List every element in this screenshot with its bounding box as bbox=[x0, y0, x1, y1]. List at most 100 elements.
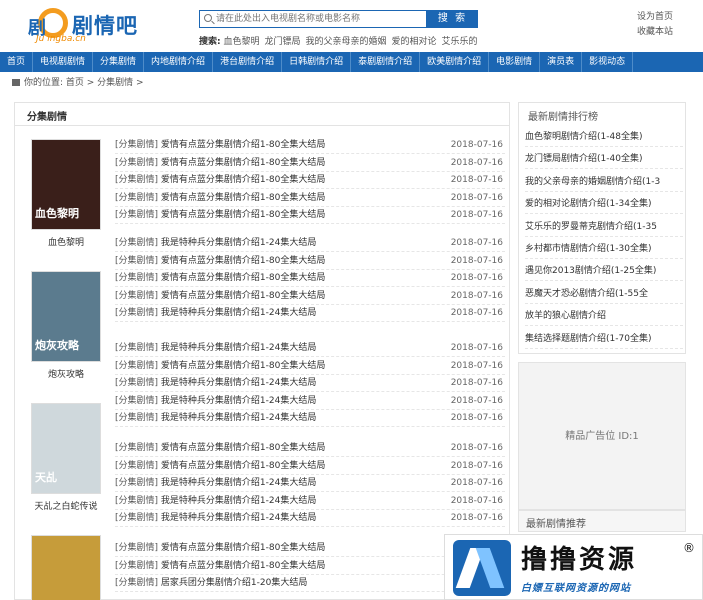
poster-name[interactable]: 血色黎明 bbox=[29, 235, 103, 248]
list-item[interactable]: [分集剧情] 我是特种兵分集剧情介绍1-24集大结局 2018-07-16 bbox=[115, 493, 505, 510]
item-title[interactable]: 我是特种兵分集剧情介绍1-24集大结局 bbox=[161, 413, 316, 423]
item-title[interactable]: 爱情有点蓝分集剧情介绍1-80全集大结局 bbox=[161, 273, 325, 283]
item-title[interactable]: 爱情有点蓝分集剧情介绍1-80全集大结局 bbox=[161, 543, 325, 553]
list-item[interactable]: [分集剧情] 爱情有点蓝分集剧情介绍1-80全集大结局 2018-07-16 bbox=[115, 253, 505, 270]
item-tag[interactable]: [分集剧情] bbox=[115, 343, 158, 353]
nav-item[interactable]: 日韩剧情介绍 bbox=[282, 52, 352, 72]
set-homepage-link[interactable]: 设为首页 bbox=[637, 10, 673, 25]
item-tag[interactable]: [分集剧情] bbox=[115, 396, 158, 406]
rank-item[interactable]: 龙门镖局剧情介绍(1-40全集) bbox=[525, 147, 683, 170]
item-tag[interactable]: [分集剧情] bbox=[115, 443, 158, 453]
item-tag[interactable]: [分集剧情] bbox=[115, 256, 158, 266]
list-item[interactable]: [分集剧情] 爱情有点蓝分集剧情介绍1-80全集大结局 2018-07-16 bbox=[115, 458, 505, 475]
ad-slot[interactable]: 精品广告位 ID:1 bbox=[518, 362, 686, 510]
nav-item[interactable]: 欧美剧情介绍 bbox=[420, 52, 490, 72]
rank-item[interactable]: 恶魔天才恐必剧情介绍(1-55全 bbox=[525, 282, 683, 304]
list-item[interactable]: [分集剧情] 我是特种兵分集剧情介绍1-24集大结局 2018-07-16 bbox=[115, 375, 505, 392]
item-title[interactable]: 爱情有点蓝分集剧情介绍1-80全集大结局 bbox=[161, 210, 325, 220]
hot-link[interactable]: 艾乐乐的 bbox=[442, 37, 478, 47]
item-tag[interactable]: [分集剧情] bbox=[115, 513, 158, 523]
nav-item[interactable]: 港台剧情介绍 bbox=[213, 52, 283, 72]
rank-item[interactable]: 爱的相对论剧情介绍(1-34全集) bbox=[525, 192, 683, 215]
item-tag[interactable]: [分集剧情] bbox=[115, 578, 158, 588]
poster-name[interactable]: 炮灰攻略 bbox=[29, 367, 103, 380]
breadcrumb-path[interactable]: 首页 > 分集剧情 > bbox=[66, 78, 144, 88]
nav-item[interactable]: 分集剧情 bbox=[93, 52, 145, 72]
list-item[interactable]: [分集剧情] 爱情有点蓝分集剧情介绍1-80全集大结局 2018-07-16 bbox=[115, 155, 505, 172]
list-item[interactable]: [分集剧情] 爱情有点蓝分集剧情介绍1-80全集大结局 2018-07-16 bbox=[115, 190, 505, 207]
poster-image[interactable]: 天乩 bbox=[31, 403, 101, 494]
poster-image[interactable]: 血色黎明 bbox=[31, 139, 101, 230]
list-item[interactable]: [分集剧情] 爱情有点蓝分集剧情介绍1-80全集大结局 2018-07-16 bbox=[115, 288, 505, 305]
rank-item[interactable]: 乡村都市情剧情介绍(1-30全集) bbox=[525, 237, 683, 259]
item-title[interactable]: 爱情有点蓝分集剧情介绍1-80全集大结局 bbox=[161, 461, 325, 471]
list-item[interactable]: [分集剧情] 我是特种兵分集剧情介绍1-24集大结局 2018-07-16 bbox=[115, 340, 505, 357]
search-button[interactable]: 搜 索 bbox=[427, 10, 478, 28]
nav-item[interactable]: 电视剧剧情 bbox=[33, 52, 94, 72]
item-title[interactable]: 爱情有点蓝分集剧情介绍1-80全集大结局 bbox=[161, 140, 325, 150]
hot-link[interactable]: 龙门镖局 bbox=[265, 37, 301, 47]
item-tag[interactable]: [分集剧情] bbox=[115, 478, 158, 488]
item-title[interactable]: 我是特种兵分集剧情介绍1-24集大结局 bbox=[161, 343, 316, 353]
nav-item[interactable]: 电影剧情 bbox=[489, 52, 541, 72]
item-title[interactable]: 爱情有点蓝分集剧情介绍1-80全集大结局 bbox=[161, 158, 325, 168]
rank-item[interactable]: 集结选择题剧情介绍(1-70全集) bbox=[525, 327, 683, 349]
nav-item[interactable]: 首页 bbox=[0, 52, 34, 72]
item-title[interactable]: 我是特种兵分集剧情介绍1-24集大结局 bbox=[161, 396, 316, 406]
item-title[interactable]: 爱情有点蓝分集剧情介绍1-80全集大结局 bbox=[161, 193, 325, 203]
item-tag[interactable]: [分集剧情] bbox=[115, 291, 158, 301]
rank-item[interactable]: 艾乐乐的罗曼蒂克剧情介绍(1-35 bbox=[525, 215, 683, 237]
item-tag[interactable]: [分集剧情] bbox=[115, 308, 158, 318]
list-item[interactable]: [分集剧情] 爱情有点蓝分集剧情介绍1-80全集大结局 2018-07-16 bbox=[115, 270, 505, 287]
item-tag[interactable]: [分集剧情] bbox=[115, 158, 158, 168]
nav-item[interactable]: 演员表 bbox=[540, 52, 583, 72]
item-title[interactable]: 爱情有点蓝分集剧情介绍1-80全集大结局 bbox=[161, 175, 325, 185]
item-title[interactable]: 爱情有点蓝分集剧情介绍1-80全集大结局 bbox=[161, 256, 325, 266]
rank-item[interactable]: 我的父亲母亲的婚姻剧情介绍(1-3 bbox=[525, 170, 683, 192]
list-item[interactable]: [分集剧情] 我是特种兵分集剧情介绍1-24集大结局 2018-07-16 bbox=[115, 475, 505, 492]
item-tag[interactable]: [分集剧情] bbox=[115, 496, 158, 506]
poster-name[interactable]: 天乩之白蛇传说 bbox=[29, 499, 103, 512]
item-tag[interactable]: [分集剧情] bbox=[115, 140, 158, 150]
item-tag[interactable]: [分集剧情] bbox=[115, 461, 158, 471]
item-title[interactable]: 居家兵团分集剧情介绍1-20集大结局 bbox=[161, 578, 307, 588]
item-tag[interactable]: [分集剧情] bbox=[115, 361, 158, 371]
item-tag[interactable]: [分集剧情] bbox=[115, 273, 158, 283]
rank-item[interactable]: 血色黎明剧情介绍(1-48全集) bbox=[525, 125, 683, 147]
item-title[interactable]: 我是特种兵分集剧情介绍1-24集大结局 bbox=[161, 378, 316, 388]
search-input[interactable] bbox=[216, 11, 424, 27]
item-tag[interactable]: [分集剧情] bbox=[115, 210, 158, 220]
rank-item[interactable]: 遇见你2013剧情介绍(1-25全集) bbox=[525, 259, 683, 282]
item-title[interactable]: 我是特种兵分集剧情介绍1-24集大结局 bbox=[161, 496, 316, 506]
item-title[interactable]: 我是特种兵分集剧情介绍1-24集大结局 bbox=[161, 308, 316, 318]
list-item[interactable]: [分集剧情] 爱情有点蓝分集剧情介绍1-80全集大结局 2018-07-16 bbox=[115, 440, 505, 457]
item-tag[interactable]: [分集剧情] bbox=[115, 561, 158, 571]
hot-link[interactable]: 我的父亲母亲的婚姻 bbox=[306, 37, 387, 47]
list-item[interactable]: [分集剧情] 爱情有点蓝分集剧情介绍1-80全集大结局 2018-07-16 bbox=[115, 358, 505, 375]
item-title[interactable]: 我是特种兵分集剧情介绍1-24集大结局 bbox=[161, 478, 316, 488]
poster-image[interactable] bbox=[31, 535, 101, 600]
hot-link[interactable]: 爱的相对论 bbox=[392, 37, 437, 47]
rank-item[interactable]: 放羊的狼心剧情介绍 bbox=[525, 304, 683, 327]
item-tag[interactable]: [分集剧情] bbox=[115, 413, 158, 423]
item-title[interactable]: 爱情有点蓝分集剧情介绍1-80全集大结局 bbox=[161, 561, 325, 571]
item-tag[interactable]: [分集剧情] bbox=[115, 238, 158, 248]
poster-image[interactable]: 炮灰攻略 bbox=[31, 271, 101, 362]
list-item[interactable]: [分集剧情] 爱情有点蓝分集剧情介绍1-80全集大结局 2018-07-16 bbox=[115, 207, 505, 224]
list-item[interactable]: [分集剧情] 我是特种兵分集剧情介绍1-24集大结局 2018-07-16 bbox=[115, 410, 505, 427]
hot-link[interactable]: 血色黎明 bbox=[223, 37, 259, 47]
item-title[interactable]: 爱情有点蓝分集剧情介绍1-80全集大结局 bbox=[161, 361, 325, 371]
site-logo[interactable]: 剧 剧情吧 Ju ingba.cn bbox=[28, 6, 148, 46]
nav-item[interactable]: 影视动态 bbox=[582, 52, 634, 72]
list-item[interactable]: [分集剧情] 爱情有点蓝分集剧情介绍1-80全集大结局 2018-07-16 bbox=[115, 137, 505, 154]
list-item[interactable]: [分集剧情] 我是特种兵分集剧情介绍1-24集大结局 2018-07-16 bbox=[115, 235, 505, 252]
item-title[interactable]: 爱情有点蓝分集剧情介绍1-80全集大结局 bbox=[161, 443, 325, 453]
list-item[interactable]: [分集剧情] 我是特种兵分集剧情介绍1-24集大结局 2018-07-16 bbox=[115, 393, 505, 410]
nav-item[interactable]: 内地剧情介绍 bbox=[144, 52, 214, 72]
list-item[interactable]: [分集剧情] 我是特种兵分集剧情介绍1-24集大结局 2018-07-16 bbox=[115, 305, 505, 322]
item-title[interactable]: 我是特种兵分集剧情介绍1-24集大结局 bbox=[161, 238, 316, 248]
item-tag[interactable]: [分集剧情] bbox=[115, 193, 158, 203]
item-tag[interactable]: [分集剧情] bbox=[115, 543, 158, 553]
bookmark-link[interactable]: 收藏本站 bbox=[637, 25, 673, 40]
nav-item[interactable]: 泰剧剧情介绍 bbox=[351, 52, 421, 72]
